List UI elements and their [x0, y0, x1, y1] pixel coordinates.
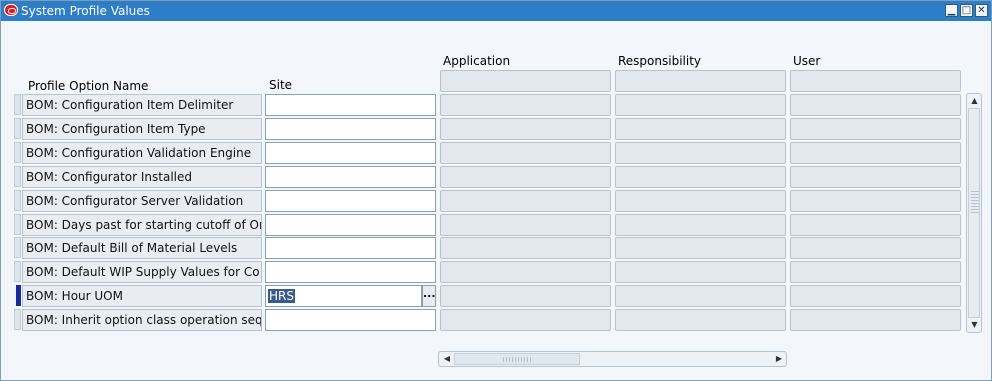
row-indicator[interactable] — [14, 190, 21, 211]
application-value-field[interactable] — [440, 309, 611, 331]
application-value-field[interactable] — [440, 285, 611, 307]
site-value-field[interactable] — [265, 237, 436, 259]
responsibility-value-field[interactable] — [615, 118, 786, 140]
site-value-field[interactable]: HRS — [265, 285, 422, 307]
scroll-down-arrow-icon[interactable]: ▼ — [969, 320, 980, 330]
application-value-field[interactable] — [440, 94, 611, 116]
user-value-field[interactable] — [790, 237, 961, 259]
application-value-field[interactable] — [440, 142, 611, 164]
responsibility-value-field[interactable] — [615, 166, 786, 188]
user-value-field[interactable] — [790, 94, 961, 116]
grip-icon — [971, 189, 979, 213]
application-value-field[interactable] — [440, 166, 611, 188]
row-indicator[interactable] — [14, 261, 21, 282]
user-value-field[interactable] — [790, 214, 961, 236]
site-value-text: HRS — [268, 289, 295, 303]
profile-option-name-cell[interactable]: BOM: Hour UOM — [22, 285, 262, 307]
profile-option-name-cell[interactable]: BOM: Configuration Validation Engine — [22, 142, 262, 164]
responsibility-value-field[interactable] — [615, 142, 786, 164]
responsibility-value-field[interactable] — [615, 190, 786, 212]
site-value-field[interactable] — [265, 166, 436, 188]
site-value-field[interactable] — [265, 214, 436, 236]
site-value-field[interactable] — [265, 142, 436, 164]
site-value-field[interactable] — [265, 309, 436, 331]
application-value-field[interactable] — [440, 190, 611, 212]
user-value-field[interactable] — [790, 285, 961, 307]
row-indicator[interactable] — [14, 309, 21, 330]
scroll-left-arrow-icon[interactable]: ◀ — [441, 353, 453, 365]
user-value-field[interactable] — [790, 190, 961, 212]
header-profile-option-name: Profile Option Name — [28, 79, 149, 93]
profile-option-name-cell[interactable]: BOM: Default Bill of Material Levels — [22, 237, 262, 259]
application-value-field[interactable] — [440, 261, 611, 283]
user-value-field[interactable] — [790, 142, 961, 164]
header-user: User — [793, 54, 821, 68]
header-site: Site — [269, 78, 293, 92]
responsibility-value-field[interactable] — [615, 285, 786, 307]
profile-option-name-cell[interactable]: BOM: Inherit option class operation sequ — [22, 309, 262, 331]
responsibility-value-field[interactable] — [615, 309, 786, 331]
maximize-button[interactable]: □ — [960, 4, 973, 17]
profile-option-name-cell[interactable]: BOM: Configurator Installed — [22, 166, 262, 188]
header-application: Application — [443, 54, 511, 68]
minimize-button[interactable]: ▁ — [945, 4, 958, 17]
site-value-field[interactable] — [265, 190, 436, 212]
profile-option-name-cell[interactable]: BOM: Configurator Server Validation — [22, 190, 262, 212]
user-value-field[interactable] — [790, 118, 961, 140]
application-value-field[interactable] — [440, 237, 611, 259]
application-header-cell — [440, 70, 611, 92]
site-value-field[interactable] — [265, 118, 436, 140]
horizontal-scroll-thumb[interactable] — [454, 353, 580, 365]
header-responsibility: Responsibility — [618, 54, 702, 68]
user-value-field[interactable] — [790, 309, 961, 331]
window-title: System Profile Values — [21, 4, 150, 18]
close-button[interactable]: ✕ — [975, 4, 988, 17]
title-bar[interactable]: System Profile Values ▁ □ ✕ — [1, 1, 991, 21]
vertical-scroll-thumb[interactable] — [968, 108, 980, 318]
responsibility-value-field[interactable] — [615, 261, 786, 283]
row-indicator[interactable] — [16, 285, 21, 306]
row-indicator[interactable] — [14, 166, 21, 187]
responsibility-value-field[interactable] — [615, 94, 786, 116]
site-value-field[interactable] — [265, 261, 436, 283]
application-value-field[interactable] — [440, 214, 611, 236]
row-indicator[interactable] — [14, 94, 21, 115]
application-value-field[interactable] — [440, 118, 611, 140]
responsibility-value-field[interactable] — [615, 214, 786, 236]
system-profile-values-window: System Profile Values ▁ □ ✕ Application … — [0, 0, 992, 381]
horizontal-scrollbar[interactable]: ◀ ▶ — [438, 351, 787, 367]
user-value-field[interactable] — [790, 166, 961, 188]
grip-icon — [503, 357, 533, 362]
user-value-field[interactable] — [790, 261, 961, 283]
responsibility-value-field[interactable] — [615, 237, 786, 259]
vertical-scrollbar[interactable]: ▲ ▼ — [966, 93, 982, 333]
scroll-right-arrow-icon[interactable]: ▶ — [773, 353, 785, 365]
row-indicator[interactable] — [14, 237, 21, 258]
row-indicator[interactable] — [14, 142, 21, 163]
site-value-field[interactable] — [265, 94, 436, 116]
profile-option-name-cell[interactable]: BOM: Default WIP Supply Values for Co — [22, 261, 262, 283]
profile-option-name-cell[interactable]: BOM: Days past for starting cutoff of Or… — [22, 214, 262, 236]
user-header-cell — [790, 70, 961, 92]
profile-option-name-cell[interactable]: BOM: Configuration Item Type — [22, 118, 262, 140]
row-indicator[interactable] — [14, 118, 21, 139]
scroll-up-arrow-icon[interactable]: ▲ — [969, 96, 980, 106]
list-of-values-button[interactable]: ... — [422, 285, 436, 307]
responsibility-header-cell — [615, 70, 786, 92]
profile-option-name-cell[interactable]: BOM: Configuration Item Delimiter — [22, 94, 262, 116]
oracle-app-icon — [4, 4, 18, 16]
row-indicator[interactable] — [14, 214, 21, 235]
